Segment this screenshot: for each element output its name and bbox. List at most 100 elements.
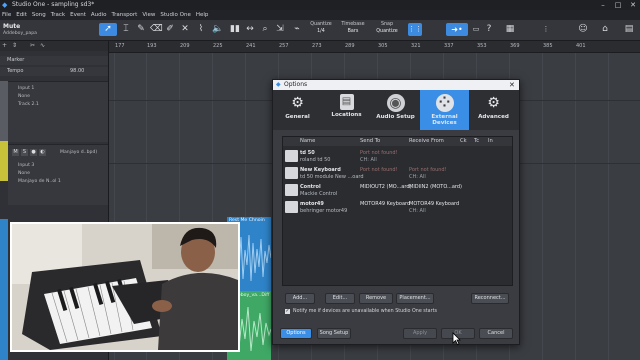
menu-track[interactable]: Track <box>51 10 65 20</box>
track2-mute-button[interactable]: M <box>12 149 19 156</box>
tab-external-devices[interactable]: ⁘ External Devices <box>420 90 469 130</box>
track2-input[interactable]: Input 3 <box>18 163 34 168</box>
tools-icon[interactable]: ✂ <box>30 42 35 49</box>
close-button[interactable]: ✕ <box>626 0 640 10</box>
device-row[interactable]: Control Mackie Control MIDIOUT2 (MO...ar… <box>283 182 512 199</box>
track1-none[interactable]: None <box>18 94 30 99</box>
split-tool-icon[interactable]: ✎ <box>136 23 146 36</box>
options-button[interactable]: Options <box>280 328 312 339</box>
expand-icon[interactable]: ⇕ <box>12 42 17 49</box>
notify-label: Notify me if devices are unavailable whe… <box>293 309 437 314</box>
toolbar-track-sub: Addeboy_papa <box>3 31 37 36</box>
ruler-tick: 353 <box>477 43 487 49</box>
device-row[interactable]: motor49 behringer motor49 MOTOR49 Keyboa… <box>283 199 512 216</box>
autoscroll-icon[interactable]: ⇲ <box>275 23 285 36</box>
tab-audio-setup-label: Audio Setup <box>376 114 415 120</box>
device-model: td 50 module New ...oard <box>300 174 364 180</box>
ruler-tick: 241 <box>246 43 256 49</box>
glue-tool-icon[interactable]: ▮▮ <box>230 23 240 36</box>
device-list[interactable]: Name Send To Receive From Ck Tc In td 50… <box>282 136 513 286</box>
app-icon: ◆ <box>2 1 8 9</box>
menu-audio[interactable]: Audio <box>91 10 107 20</box>
remove-device-button[interactable]: Remove <box>359 293 393 304</box>
col-in[interactable]: In <box>488 137 493 146</box>
apply-button[interactable]: Apply <box>403 328 437 339</box>
edit-device-button[interactable]: Edit... <box>325 293 355 304</box>
track1-header[interactable]: Input 1 None Track 2.1 <box>8 81 108 142</box>
dialog-close-button[interactable]: ✕ <box>509 80 515 90</box>
tempo-row: Tempo 98.00 <box>0 67 108 76</box>
tab-audio-setup[interactable]: ◉ Audio Setup <box>371 90 420 130</box>
song-setup-button[interactable]: Song Setup <box>317 328 351 339</box>
menu-help[interactable]: Help <box>196 10 209 20</box>
tempo-label: Tempo <box>7 68 24 74</box>
listen-tool-icon[interactable]: 🔈 <box>212 23 223 36</box>
range-tool-icon[interactable]: ⌶ <box>121 23 131 36</box>
menu-file[interactable]: File <box>2 10 11 20</box>
paint-tool-icon[interactable]: ✐ <box>165 23 175 36</box>
mouse-cursor-icon <box>452 332 461 345</box>
menu-event[interactable]: Event <box>70 10 86 20</box>
dialog-titlebar: ◆ Options ✕ <box>273 80 519 90</box>
maximize-button[interactable]: □ <box>611 0 625 10</box>
link-icon[interactable]: ⌁ <box>292 23 302 36</box>
dialog-app-icon: ◆ <box>276 81 281 88</box>
tab-advanced[interactable]: ⚙ Advanced <box>469 90 518 130</box>
automation-icon[interactable]: ∿ <box>40 42 45 49</box>
arrow-tool-icon[interactable]: ➚ <box>99 23 117 36</box>
placement-button[interactable]: Placement... <box>396 293 434 304</box>
bend-tool-icon[interactable]: ⌇ <box>196 23 206 36</box>
snap-select[interactable]: Quantize <box>374 29 400 34</box>
loop-tool-icon[interactable]: ↔ <box>245 23 255 36</box>
quantize-select[interactable]: 1/4 <box>308 29 334 34</box>
start-page-icon[interactable]: ▤ <box>622 23 636 36</box>
track1-input[interactable]: Input 1 <box>18 86 34 91</box>
track2-name[interactable]: Manjayo d..bpd) <box>60 150 97 155</box>
reconnect-button[interactable]: Reconnect... <box>471 293 509 304</box>
home-icon[interactable]: ⌂ <box>598 23 612 36</box>
menu-transport[interactable]: Transport <box>112 10 138 20</box>
gears-icon: ⚙ <box>487 95 500 111</box>
add-device-button[interactable]: Add... <box>285 293 315 304</box>
keyboard-icon <box>285 167 298 179</box>
track1-output[interactable]: Track 2.1 <box>18 102 39 107</box>
timeline-ruler[interactable]: 177 193 209 225 241 257 273 289 305 321 … <box>109 41 640 53</box>
instant-edit-icon[interactable]: ➜• <box>446 23 468 36</box>
tab-locations[interactable]: ▤ Locations <box>322 90 371 130</box>
track2-monitor-icon[interactable]: ◐ <box>39 149 46 156</box>
timebase-select[interactable]: Bars <box>340 29 366 34</box>
menu-studio-one[interactable]: Studio One <box>160 10 190 20</box>
split-mode-icon[interactable]: ▭ <box>470 23 482 36</box>
track2-none[interactable]: None <box>18 171 30 176</box>
menu-edit[interactable]: Edit <box>16 10 27 20</box>
add-track-icon[interactable]: + <box>2 42 7 49</box>
col-ck[interactable]: Ck <box>460 137 467 146</box>
drum-module-icon <box>285 150 298 162</box>
eraser-tool-icon[interactable]: ⌫ <box>150 23 163 36</box>
menu-view[interactable]: View <box>142 10 155 20</box>
col-name[interactable]: Name <box>300 137 315 146</box>
mute-tool-icon[interactable]: ✕ <box>180 23 190 36</box>
track2-header[interactable]: M S ● ◐ Manjayo d..bpd) Input 3 None Man… <box>8 144 108 205</box>
toolbar-track-name: Mute <box>3 23 21 30</box>
grid-icon[interactable]: ▦ <box>504 23 516 36</box>
tempo-value[interactable]: 98.00 <box>70 67 84 76</box>
track2-solo-button[interactable]: S <box>21 149 28 156</box>
track2-source[interactable]: Manjayo de N..ol 1 <box>18 179 61 184</box>
more-options-icon[interactable]: ⋮ <box>540 23 552 36</box>
minimize-button[interactable]: – <box>596 0 610 10</box>
help-icon[interactable]: ? <box>483 23 495 36</box>
device-row[interactable]: td 50 roland td 50 Port not found! CH: A… <box>283 148 512 165</box>
col-send-to[interactable]: Send To <box>360 137 380 146</box>
notify-checkbox[interactable]: ✓ <box>285 309 290 314</box>
cancel-button[interactable]: Cancel <box>479 328 513 339</box>
user-icon[interactable]: ☺ <box>576 23 590 36</box>
track2-record-icon[interactable]: ● <box>30 149 37 156</box>
tab-general[interactable]: ⚙ General <box>273 90 322 130</box>
zoom-tool-icon[interactable]: ⌕ <box>260 23 270 36</box>
col-tc[interactable]: Tc <box>474 137 479 146</box>
snap-toggle-icon[interactable]: ⋮⋮ <box>408 23 422 36</box>
device-row[interactable]: New Keyboard td 50 module New ...oard Po… <box>283 165 512 182</box>
menu-song[interactable]: Song <box>32 10 46 20</box>
col-receive-from[interactable]: Receive From <box>409 137 444 146</box>
